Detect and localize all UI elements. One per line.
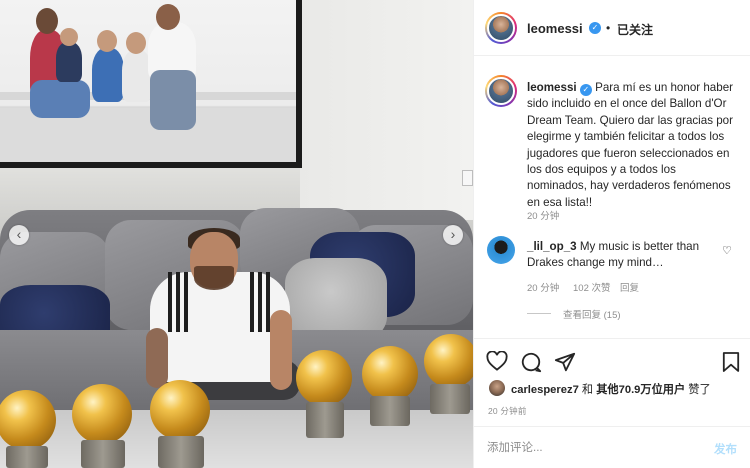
post-photo[interactable]: ‹ › xyxy=(0,0,473,468)
comment: _lil_op_3 My music is better than Drakes… xyxy=(527,239,717,272)
comment-reply-button[interactable]: 回复 xyxy=(620,280,639,294)
post-comment-button[interactable]: 发布 xyxy=(714,441,737,457)
avatar xyxy=(487,77,515,105)
author-username[interactable]: leomessi xyxy=(527,21,583,36)
likes-others-prefix[interactable]: 其他 xyxy=(596,384,618,396)
photo-person-jeans xyxy=(30,80,90,118)
shirt-stripe xyxy=(184,272,188,332)
shirt-stripe xyxy=(176,272,180,332)
player-arm xyxy=(146,328,168,388)
player-beard xyxy=(194,266,234,290)
verified-badge-icon: ✓ xyxy=(579,84,592,96)
photo-child-head xyxy=(97,30,117,52)
photo-child-head xyxy=(126,32,146,54)
following-button[interactable]: 已关注 xyxy=(617,21,653,38)
caption-time: 20 分钟 xyxy=(527,211,560,222)
wall xyxy=(300,0,473,220)
paper-plane-icon[interactable] xyxy=(554,351,576,378)
comment-avatar[interactable] xyxy=(487,236,515,264)
add-comment-bar: 发布 xyxy=(474,426,750,468)
bookmark-icon[interactable] xyxy=(722,351,740,378)
heart-icon[interactable] xyxy=(486,350,508,376)
post-actions xyxy=(474,338,750,378)
photo-child-2 xyxy=(92,48,124,102)
shirt-stripe xyxy=(258,272,262,332)
caption-text: Para mí es un honor haber sido incluido … xyxy=(527,81,734,209)
verified-badge-icon: ✓ xyxy=(589,22,601,34)
avatar xyxy=(487,14,515,42)
light-switch xyxy=(462,170,473,186)
chevron-left-icon: ‹ xyxy=(16,226,22,242)
separator-dot: • xyxy=(606,21,611,35)
family-photo xyxy=(0,0,296,162)
liker-avatar[interactable] xyxy=(489,380,505,396)
photo-person-jeans xyxy=(150,70,196,130)
comment-time: 20 分钟 xyxy=(527,283,560,294)
comment-like-heart-icon[interactable]: ♡ xyxy=(722,244,732,257)
likes-verb: 赞了 xyxy=(688,384,711,396)
post-header: leomessi ✓ • 已关注 xyxy=(474,0,750,56)
comment-icon[interactable] xyxy=(520,351,542,378)
likes-connector: 和 xyxy=(581,384,594,396)
player-arm xyxy=(270,310,292,390)
replies-divider xyxy=(527,313,551,314)
view-replies-button[interactable]: 查看回复 (15) xyxy=(563,307,621,321)
family-photo-frame xyxy=(0,0,302,168)
liker-username[interactable]: carlesperez7 xyxy=(511,384,579,396)
shirt-stripe xyxy=(168,272,172,332)
photo-child-head xyxy=(60,28,78,46)
comment-username[interactable]: _lil_op_3 xyxy=(527,240,577,253)
comment-input[interactable] xyxy=(487,438,687,458)
comment-likes[interactable]: 102 次赞 xyxy=(573,280,611,294)
likes-suffix[interactable]: 位用户 xyxy=(652,384,686,396)
chevron-right-icon: › xyxy=(450,226,456,242)
profile-avatar-ring[interactable] xyxy=(485,12,517,44)
photo-person-head xyxy=(156,4,180,30)
photo-child-1 xyxy=(56,42,82,82)
carousel-next-button[interactable]: › xyxy=(443,225,463,245)
post-sidebar: leomessi ✓ • 已关注 leomessi ✓ Para mí es u… xyxy=(473,0,750,468)
post-time[interactable]: 20 分钟前 xyxy=(488,405,527,417)
likes-count[interactable]: 70.9万 xyxy=(619,384,652,396)
caption-username[interactable]: leomessi xyxy=(527,81,577,94)
caption-avatar-ring[interactable] xyxy=(485,75,517,107)
likes-summary: carlesperez7 和 其他70.9万位用户 赞了 xyxy=(511,381,711,397)
carousel-prev-button[interactable]: ‹ xyxy=(9,225,29,245)
post-caption: leomessi ✓ Para mí es un honor haber sid… xyxy=(527,80,737,211)
shirt-stripe xyxy=(250,272,254,332)
photo-person-head xyxy=(36,8,58,34)
